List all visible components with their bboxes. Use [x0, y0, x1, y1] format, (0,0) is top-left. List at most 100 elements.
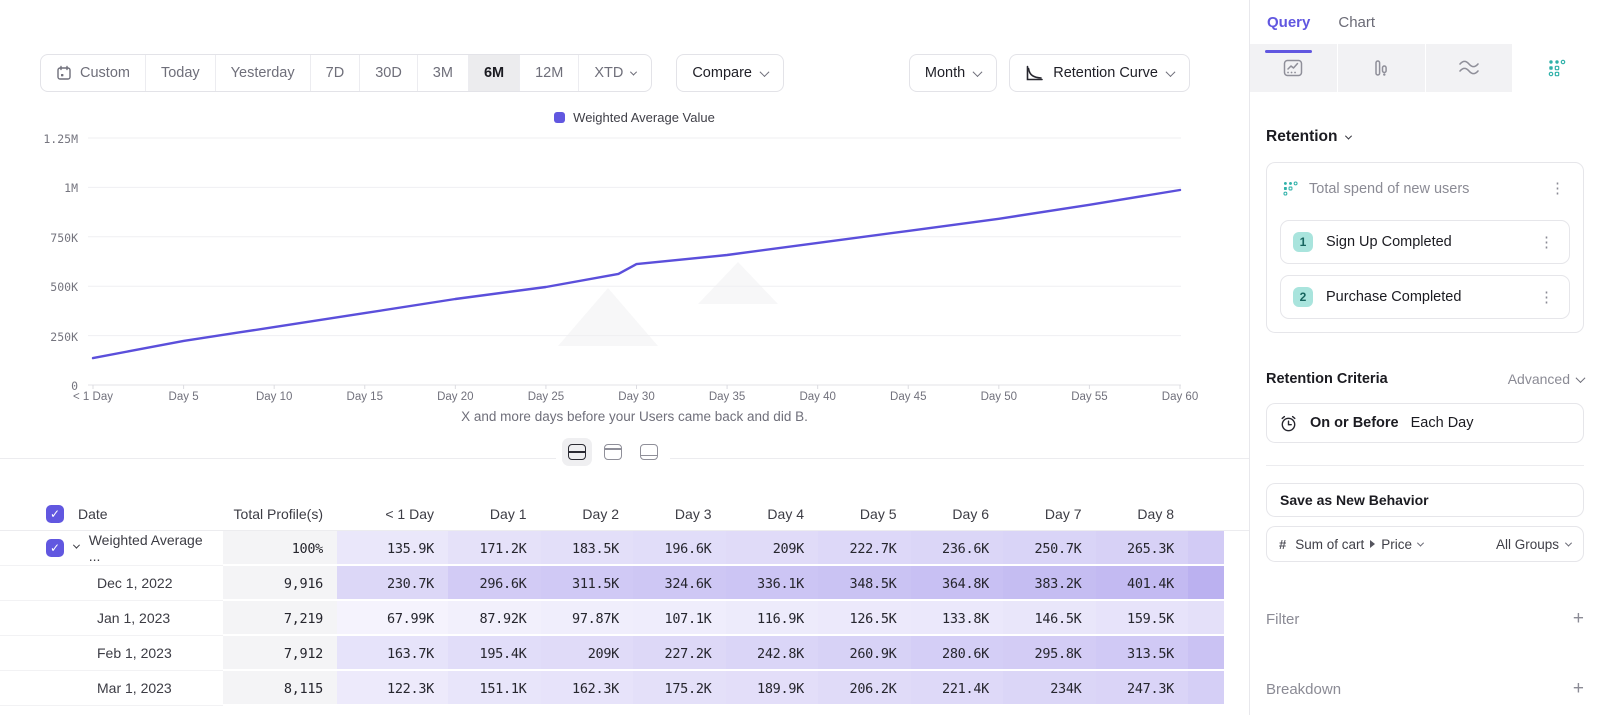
- panel-tab-query[interactable]: Query: [1267, 14, 1310, 44]
- retention-value-cell[interactable]: 336.1K: [726, 566, 819, 601]
- retention-value-cell[interactable]: 133.8K: [911, 601, 1004, 636]
- chevron-down-icon[interactable]: [73, 542, 80, 549]
- retention-value-cell[interactable]: 221.4K: [911, 671, 1004, 706]
- view-toggle-top[interactable]: [598, 438, 628, 466]
- triangle-right-icon: [1370, 540, 1375, 548]
- retention-value-cell[interactable]: 280.6K: [911, 636, 1004, 671]
- retention-value-cell[interactable]: 348.5K: [818, 566, 911, 601]
- retention-value-cell[interactable]: 135.9K: [337, 531, 448, 566]
- retention-value-cell[interactable]: 107.1K: [633, 601, 726, 636]
- retention-value-cell[interactable]: 195.4K: [448, 636, 541, 671]
- retention-value-cell[interactable]: 313.5K: [1096, 636, 1189, 671]
- retention-value-cell[interactable]: 206.2K: [818, 671, 911, 706]
- granularity-dropdown[interactable]: Month: [909, 54, 997, 92]
- retention-value-cell[interactable]: 97.87K: [541, 601, 634, 636]
- retention-value-cell[interactable]: 162.3K: [541, 671, 634, 706]
- report-tab-funnels[interactable]: [1338, 44, 1426, 92]
- criteria-condition[interactable]: On or Before Each Day: [1266, 403, 1584, 443]
- legend-swatch: [554, 112, 565, 123]
- add-filter-row[interactable]: Filter +: [1266, 608, 1584, 630]
- retention-value-cell[interactable]: 126.5K: [818, 601, 911, 636]
- retention-value-cell[interactable]: 163.7K: [337, 636, 448, 671]
- total-profiles-cell: 7,912: [223, 636, 337, 671]
- retention-value-cell[interactable]: 183.5K: [541, 531, 634, 566]
- retention-value-cell[interactable]: 209K: [726, 531, 819, 566]
- retention-value-cell[interactable]: 250.7K: [1003, 531, 1096, 566]
- date-range-30d[interactable]: 30D: [360, 55, 418, 91]
- row-label-cell[interactable]: Dec 1, 2022: [0, 566, 223, 601]
- row-label-cell[interactable]: Mar 1, 2023: [0, 671, 223, 706]
- retention-value-cell[interactable]: 364.8K: [911, 566, 1004, 601]
- retention-value-cell[interactable]: 209K: [541, 636, 634, 671]
- column-header-7: Day 5: [818, 497, 911, 530]
- condition-period: Each Day: [1411, 415, 1474, 431]
- column-header-5: Day 3: [633, 497, 726, 530]
- step-event-label: Purchase Completed: [1326, 289, 1523, 305]
- retention-value-cell[interactable]: 175.2K: [633, 671, 726, 706]
- row-checkbox[interactable]: ✓: [46, 539, 64, 557]
- retention-value-cell[interactable]: 67.99K: [337, 601, 448, 636]
- retention-value-cell[interactable]: 116.9K: [726, 601, 819, 636]
- view-toggle-bottom[interactable]: [634, 438, 664, 466]
- retention-value-cell[interactable]: 234K: [1003, 671, 1096, 706]
- compare-button[interactable]: Compare: [676, 54, 784, 92]
- date-range-custom[interactable]: Custom: [41, 55, 146, 91]
- chart-type-dropdown[interactable]: Retention Curve: [1009, 54, 1190, 92]
- date-range-6m[interactable]: 6M: [469, 55, 520, 91]
- granularity-label: Month: [925, 65, 965, 81]
- retention-value-cell[interactable]: 151.1K: [448, 671, 541, 706]
- kebab-menu-icon[interactable]: ⋮: [1547, 181, 1568, 196]
- retention-value-cell[interactable]: 171.2K: [448, 531, 541, 566]
- x-tick-label: Day 30: [618, 391, 654, 403]
- kebab-menu-icon[interactable]: ⋮: [1536, 235, 1557, 250]
- criteria-mode-dropdown[interactable]: Advanced: [1508, 371, 1584, 387]
- behavior-step[interactable]: 1Sign Up Completed⋮: [1280, 220, 1570, 264]
- row-label-cell[interactable]: ✓Weighted Average ...: [0, 531, 223, 566]
- retention-value-cell[interactable]: 227.2K: [633, 636, 726, 671]
- behavior-steps: 1Sign Up Completed⋮2Purchase Completed⋮: [1280, 220, 1570, 319]
- save-as-new-behavior-button[interactable]: Save as New Behavior: [1266, 483, 1584, 517]
- date-range-xtd[interactable]: XTD: [579, 55, 651, 91]
- report-tab-flows[interactable]: [1426, 44, 1514, 92]
- retention-section-header[interactable]: Retention: [1266, 128, 1584, 146]
- group-dropdown[interactable]: All Groups: [1496, 537, 1571, 552]
- panel-tab-chart[interactable]: Chart: [1338, 14, 1375, 44]
- retention-value-cell[interactable]: 247.3K: [1096, 671, 1189, 706]
- retention-value-cell-clipped: [1188, 636, 1224, 671]
- date-range-yesterday[interactable]: Yesterday: [216, 55, 311, 91]
- add-breakdown-row[interactable]: Breakdown +: [1266, 678, 1584, 700]
- retention-value-cell[interactable]: 196.6K: [633, 531, 726, 566]
- retention-value-cell[interactable]: 236.6K: [911, 531, 1004, 566]
- retention-value-cell[interactable]: 295.8K: [1003, 636, 1096, 671]
- retention-value-cell[interactable]: 242.8K: [726, 636, 819, 671]
- retention-value-cell[interactable]: 260.9K: [818, 636, 911, 671]
- header-checkbox[interactable]: ✓: [46, 505, 64, 523]
- retention-value-cell[interactable]: 401.4K: [1096, 566, 1189, 601]
- row-label-cell[interactable]: Jan 1, 2023: [0, 601, 223, 636]
- retention-value-cell[interactable]: 159.5K: [1096, 601, 1189, 636]
- date-range-label: 6M: [484, 65, 504, 81]
- retention-value-cell[interactable]: 222.7K: [818, 531, 911, 566]
- retention-value-cell[interactable]: 311.5K: [541, 566, 634, 601]
- retention-value-cell[interactable]: 189.9K: [726, 671, 819, 706]
- retention-value-cell[interactable]: 146.5K: [1003, 601, 1096, 636]
- measure-property-dropdown[interactable]: Sum of cart Price: [1295, 537, 1423, 552]
- column-header-0[interactable]: ✓Date: [0, 497, 223, 530]
- retention-value-cell[interactable]: 383.2K: [1003, 566, 1096, 601]
- retention-value-cell[interactable]: 265.3K: [1096, 531, 1189, 566]
- date-range-today[interactable]: Today: [146, 55, 216, 91]
- behavior-step[interactable]: 2Purchase Completed⋮: [1280, 275, 1570, 319]
- view-toggle-split[interactable]: [562, 438, 592, 466]
- retention-value-cell[interactable]: 122.3K: [337, 671, 448, 706]
- retention-line-chart[interactable]: [86, 130, 1184, 392]
- retention-value-cell[interactable]: 324.6K: [633, 566, 726, 601]
- retention-value-cell[interactable]: 296.6K: [448, 566, 541, 601]
- date-range-12m[interactable]: 12M: [520, 55, 579, 91]
- date-range-3m[interactable]: 3M: [418, 55, 469, 91]
- row-label-cell[interactable]: Feb 1, 2023: [0, 636, 223, 671]
- date-range-7d[interactable]: 7D: [311, 55, 361, 91]
- retention-value-cell[interactable]: 87.92K: [448, 601, 541, 636]
- report-tab-retention[interactable]: [1513, 44, 1600, 92]
- retention-value-cell[interactable]: 230.7K: [337, 566, 448, 601]
- kebab-menu-icon[interactable]: ⋮: [1536, 290, 1557, 305]
